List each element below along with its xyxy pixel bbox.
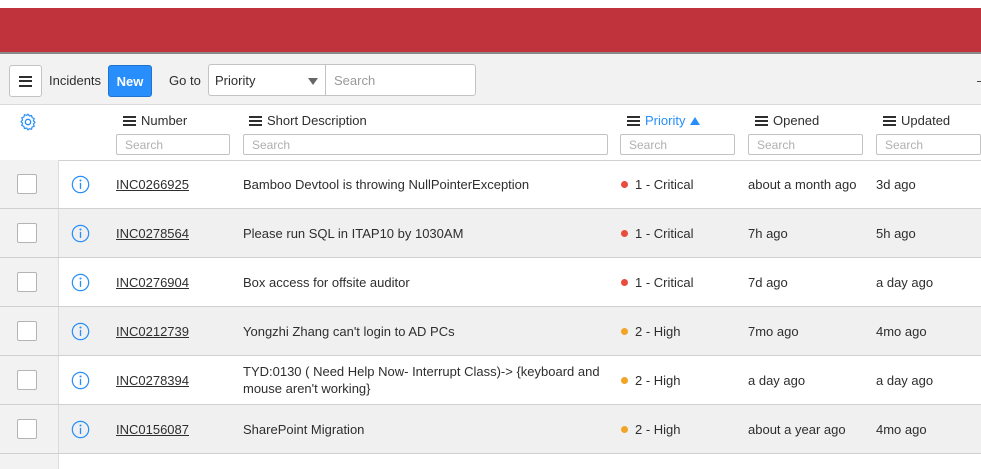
row-checkbox[interactable]: [17, 174, 37, 194]
row-select-cell: [0, 160, 59, 208]
row-select-cell: [0, 209, 59, 257]
updated-value: 4mo ago: [876, 421, 927, 437]
priority-value: 1 - Critical: [635, 225, 694, 241]
column-header-short-description[interactable]: Short Description: [249, 113, 367, 128]
updated-value: a day ago: [876, 372, 934, 388]
opened-value: a day ago: [748, 372, 806, 388]
row-checkbox[interactable]: [17, 272, 37, 292]
opened-value: 7d ago: [748, 274, 788, 290]
list-title: Incidents: [49, 73, 102, 88]
short-description: Yongzhi Zhang can't login to AD PCs: [243, 323, 455, 339]
top-strip: [0, 0, 981, 8]
column-menu-icon: [755, 115, 768, 126]
toolbar-edge-mark: [977, 81, 981, 82]
goto-search-input[interactable]: [325, 64, 476, 96]
incident-table-body: INC0266925 Bamboo Devtool is throwing Nu…: [0, 160, 981, 469]
table-row[interactable]: INC0278564 Please run SQL in ITAP10 by 1…: [0, 209, 981, 258]
column-header-label: Updated: [901, 113, 951, 128]
row-checkbox[interactable]: [17, 419, 37, 439]
incident-number-link[interactable]: INC0278564: [116, 226, 189, 241]
updated-value: 3d ago: [876, 176, 916, 192]
incident-number-link[interactable]: INC0266925: [116, 177, 189, 192]
list-menu-button[interactable]: [9, 65, 42, 97]
info-icon[interactable]: [71, 322, 90, 341]
column-header-priority[interactable]: Priority: [627, 113, 701, 128]
info-icon[interactable]: [71, 371, 90, 390]
priority-value: 1 - Critical: [635, 274, 694, 290]
column-header-label: Short Description: [267, 113, 367, 128]
column-menu-icon: [883, 115, 896, 126]
priority-search-input[interactable]: [620, 134, 735, 155]
dropdown-caret-icon: [308, 78, 318, 85]
table-row[interactable]: INC0266925 Bamboo Devtool is throwing Nu…: [0, 160, 981, 209]
incident-number-link[interactable]: INC0276904: [116, 275, 189, 290]
row-checkbox[interactable]: [17, 370, 37, 390]
short-description: Box access for offsite auditor: [243, 274, 410, 290]
info-icon[interactable]: [71, 224, 90, 243]
table-row[interactable]: INC0156087 SharePoint Migration 2 - High…: [0, 405, 981, 454]
priority-high-dot-icon: [621, 327, 628, 335]
short-description-search-input[interactable]: [243, 134, 608, 155]
column-header-opened[interactable]: Opened: [755, 113, 819, 128]
column-header-label: Priority: [645, 113, 686, 128]
short-description: TYD:0130 ( Need Help Now- Interrupt Clas…: [243, 364, 600, 396]
row-select-cell: [0, 405, 59, 453]
row-select-cell: [0, 258, 59, 306]
opened-value: about a year ago: [748, 421, 846, 437]
priority-value: 1 - Critical: [635, 176, 694, 192]
column-menu-icon: [249, 115, 262, 126]
priority-value: 2 - High: [635, 372, 681, 388]
short-description: SharePoint Migration: [243, 421, 365, 437]
priority-critical-dot-icon: [621, 180, 628, 188]
updated-value: 4mo ago: [876, 323, 927, 339]
goto-field-select[interactable]: Priority: [208, 64, 326, 96]
sort-ascending-icon: [690, 116, 701, 125]
table-row[interactable]: INC0278394 TYD:0130 ( Need Help Now- Int…: [0, 356, 981, 405]
row-select-cell: [0, 454, 59, 469]
incident-number-link[interactable]: INC0212739: [116, 324, 189, 339]
priority-high-dot-icon: [621, 425, 628, 433]
opened-value: 7h ago: [748, 225, 788, 241]
opened-value: 7mo ago: [748, 323, 799, 339]
column-header-label: Number: [141, 113, 188, 128]
info-icon[interactable]: [71, 175, 90, 194]
updated-value: 5h ago: [876, 225, 916, 241]
hamburger-icon: [19, 75, 32, 87]
short-description: Bamboo Devtool is throwing NullPointerEx…: [243, 176, 530, 192]
header-banner: [0, 8, 981, 52]
row-select-cell: [0, 356, 59, 404]
column-menu-icon: [627, 115, 640, 126]
priority-critical-dot-icon: [621, 229, 628, 237]
info-icon[interactable]: [71, 420, 90, 439]
priority-high-dot-icon: [621, 376, 628, 384]
opened-search-input[interactable]: [748, 134, 863, 155]
row-checkbox[interactable]: [17, 223, 37, 243]
row-checkbox[interactable]: [17, 321, 37, 341]
info-icon[interactable]: [71, 273, 90, 292]
updated-value: a day ago: [876, 274, 934, 290]
gear-icon[interactable]: [18, 112, 38, 132]
incident-number-link[interactable]: INC0156087: [116, 422, 189, 437]
priority-critical-dot-icon: [621, 278, 628, 286]
list-toolbar: Incidents New Go to Priority: [0, 54, 981, 105]
short-description: Please run SQL in ITAP10 by 1030AM: [243, 225, 464, 241]
column-header-updated[interactable]: Updated: [883, 113, 950, 128]
incident-number-link[interactable]: INC0278394: [116, 373, 189, 388]
updated-search-input[interactable]: [876, 134, 981, 155]
number-search-input[interactable]: [116, 134, 230, 155]
table-row[interactable]: INC0276904 Box access for offsite audito…: [0, 258, 981, 307]
column-header-row: Number Short Description Priority Opened…: [0, 105, 981, 160]
goto-label: Go to: [169, 73, 201, 88]
new-button[interactable]: New: [108, 65, 152, 97]
column-header-label: Opened: [773, 113, 820, 128]
column-header-number[interactable]: Number: [123, 113, 187, 128]
priority-value: 2 - High: [635, 421, 681, 437]
goto-selected-value: Priority: [215, 73, 256, 88]
table-row-partial: [0, 454, 981, 469]
table-row[interactable]: INC0212739 Yongzhi Zhang can't login to …: [0, 307, 981, 356]
opened-value: about a month ago: [748, 176, 857, 192]
column-menu-icon: [123, 115, 136, 126]
row-select-cell: [0, 307, 59, 355]
priority-value: 2 - High: [635, 323, 681, 339]
